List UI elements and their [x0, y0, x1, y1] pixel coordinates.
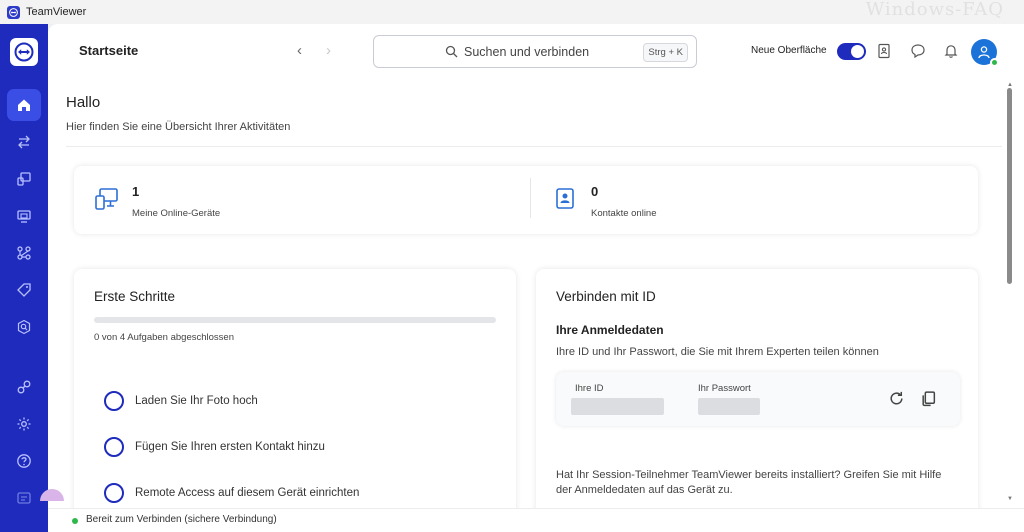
top-bar: Startseite ‹ › Suchen und verbinden Strg…	[48, 24, 1024, 80]
status-bar: Bereit zum Verbinden (sichere Verbindung…	[48, 508, 1024, 532]
forward-arrow-icon[interactable]: ›	[326, 43, 331, 59]
connection-status-dot	[72, 518, 78, 524]
watermark: Windows-FAQ	[865, 0, 1004, 20]
bell-icon[interactable]	[943, 43, 959, 59]
installed-note: Hat Ihr Session-Teilnehmer TeamViewer be…	[556, 469, 942, 496]
teamviewer-logo-icon[interactable]	[10, 38, 38, 66]
task-checkbox[interactable]	[104, 391, 124, 411]
workflow-icon[interactable]	[7, 237, 41, 269]
task-upload-photo[interactable]: Laden Sie Ihr Foto hoch	[104, 390, 258, 412]
contacts-online-label[interactable]: Kontakte online	[591, 208, 657, 219]
title-bar: TeamViewer Windows-FAQ	[0, 0, 1024, 24]
main-window: Startseite ‹ › Suchen und verbinden Strg…	[48, 24, 1024, 508]
credentials-title: Ihre Anmeldedaten	[556, 323, 664, 337]
scrollbar-thumb[interactable]	[1007, 88, 1012, 284]
welcome-title: Hallo	[66, 94, 101, 111]
scrollbar[interactable]: ▲ ▼	[1006, 82, 1014, 502]
contacts-online-icon	[556, 188, 574, 209]
first-steps-progress-text: 0 von 4 Aufgaben abgeschlossen	[94, 332, 234, 343]
back-arrow-icon[interactable]: ‹	[297, 43, 302, 59]
devices-icon[interactable]	[7, 200, 41, 232]
search-icon	[445, 45, 458, 58]
user-icon	[978, 46, 990, 59]
task-checkbox[interactable]	[104, 483, 124, 503]
refresh-password-button[interactable]	[886, 388, 906, 408]
first-steps-title: Erste Schritte	[94, 289, 176, 304]
task-label: Laden Sie Ihr Foto hoch	[135, 395, 258, 407]
settings-icon[interactable]	[7, 408, 41, 440]
toggle-knob	[851, 45, 864, 58]
help-icon[interactable]	[7, 445, 41, 477]
page-title: Startseite	[79, 43, 139, 58]
feedback-icon[interactable]	[7, 482, 41, 514]
window-title: TeamViewer	[26, 6, 87, 18]
refresh-icon	[889, 391, 903, 404]
home-icon[interactable]	[7, 89, 41, 121]
online-devices-label[interactable]: Meine Online-Geräte	[132, 208, 220, 219]
task-label: Fügen Sie Ihren ersten Kontakt hinzu	[135, 441, 325, 453]
password-label: Ihr Passwort	[698, 383, 751, 394]
integrations-icon[interactable]	[7, 371, 41, 403]
online-devices-icon	[95, 188, 118, 210]
avatar[interactable]	[971, 39, 999, 67]
chat-icon[interactable]	[910, 43, 926, 59]
credentials-description: Ihre ID und Ihr Passwort, die Sie mit Ih…	[556, 346, 879, 358]
task-remote-access[interactable]: Remote Access auf diesem Gerät einrichte…	[104, 482, 359, 504]
first-steps-card: Erste Schritte 0 von 4 Aufgaben abgeschl…	[74, 269, 516, 508]
task-label: Remote Access auf diesem Gerät einrichte…	[135, 487, 360, 499]
transfer-icon[interactable]	[7, 126, 41, 158]
copy-icon	[921, 390, 935, 406]
id-value-redacted[interactable]	[571, 398, 664, 415]
id-label: Ihre ID	[575, 383, 604, 394]
online-status-dot	[990, 58, 999, 67]
stats-separator	[530, 178, 531, 218]
new-ui-label: Neue Oberfläche	[751, 45, 827, 56]
search-device-icon[interactable]	[7, 311, 41, 343]
welcome-subtitle: Hier finden Sie eine Übersicht Ihrer Akt…	[66, 121, 291, 133]
connection-status-text: Bereit zum Verbinden (sichere Verbindung…	[86, 514, 277, 525]
copy-credentials-button[interactable]	[918, 388, 938, 408]
contacts-online-count: 0	[591, 184, 599, 199]
tag-icon[interactable]	[7, 274, 41, 306]
first-steps-progress-bar	[94, 317, 496, 323]
password-value-redacted[interactable]	[698, 398, 760, 415]
credentials-box: Ihre ID Ihr Passwort	[556, 372, 960, 426]
teamviewer-logo-icon	[7, 5, 20, 19]
scroll-down-icon[interactable]: ▼	[1007, 496, 1013, 502]
search-input[interactable]: Suchen und verbinden Strg + K	[373, 35, 697, 68]
search-placeholder: Suchen und verbinden	[464, 45, 590, 59]
task-checkbox[interactable]	[104, 437, 124, 457]
home-content: Hallo Hier finden Sie eine Übersicht Ihr…	[48, 80, 1004, 508]
remote-icon[interactable]	[7, 163, 41, 195]
left-navigation-rail	[0, 24, 48, 532]
divider	[66, 146, 1002, 147]
task-add-contact[interactable]: Fügen Sie Ihren ersten Kontakt hinzu	[104, 436, 325, 458]
new-ui-toggle[interactable]	[837, 43, 866, 60]
contacts-book-icon[interactable]	[876, 43, 892, 59]
connect-title: Verbinden mit ID	[556, 289, 656, 304]
online-devices-count: 1	[132, 184, 140, 199]
connect-by-id-card: Verbinden mit ID Ihre Anmeldedaten Ihre …	[536, 269, 978, 508]
stats-card: 1 Meine Online-Geräte 0 Kontakte online	[74, 166, 978, 234]
search-shortcut: Strg + K	[643, 43, 688, 62]
